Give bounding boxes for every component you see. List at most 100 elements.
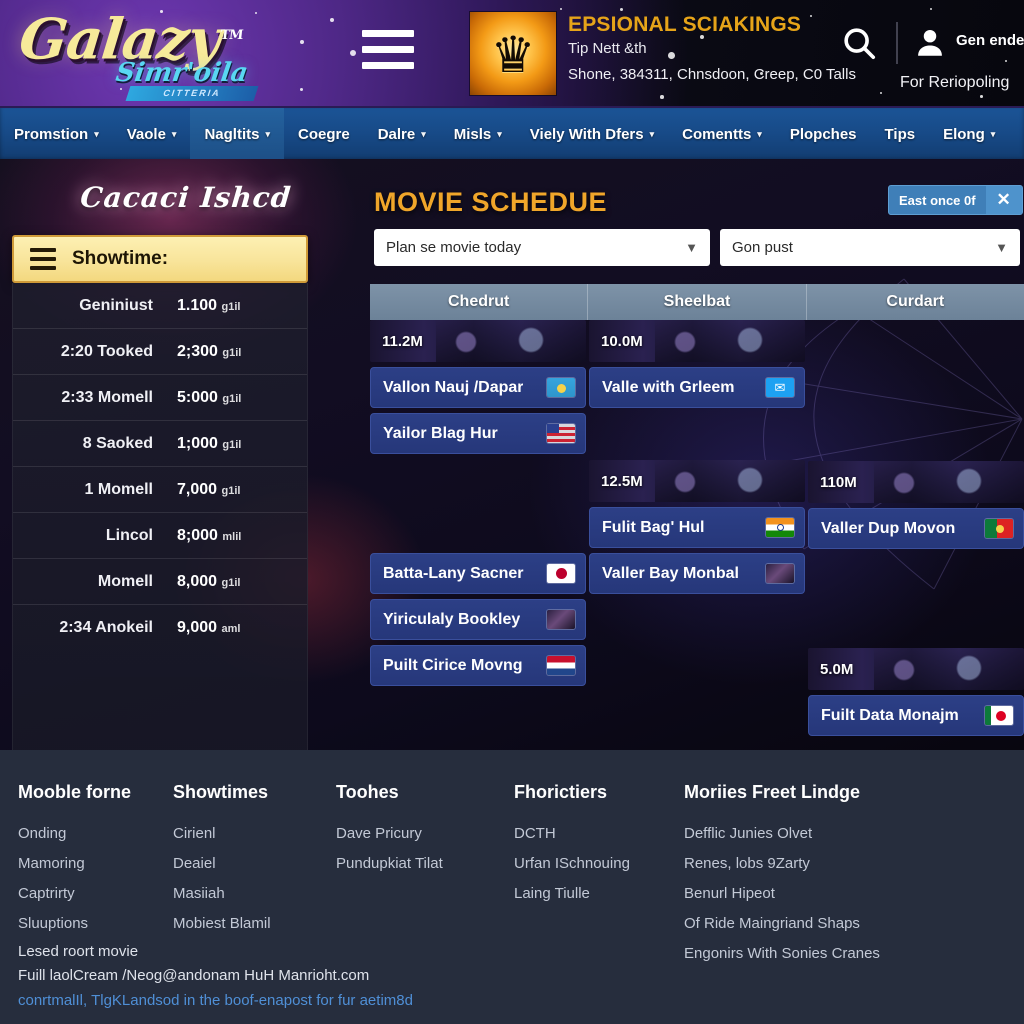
app-root: GalazyTM Simr'oila CITTERIA ♛ EPSIONAL S… — [0, 0, 1024, 1024]
movie-poster-strip[interactable]: 12.5M — [589, 460, 805, 502]
movie-card-title: Batta-Lany Sacner — [383, 564, 524, 582]
org-address: Shone, 384311, Chnsdoon, Creep, C0 Talls — [568, 66, 856, 83]
footer-link[interactable]: Mamoring — [18, 849, 131, 879]
nav-item-label: Promstion — [14, 126, 89, 143]
footer-link[interactable]: Onding — [18, 819, 131, 849]
user-icon[interactable] — [912, 26, 948, 60]
search-icon[interactable] — [840, 24, 878, 62]
showtime-row[interactable]: 1 Momell 7,000 g1il — [13, 467, 307, 513]
nav-item-label: Comentts — [682, 126, 752, 143]
poster-metric: 12.5M — [601, 472, 643, 490]
close-icon[interactable]: ✕ — [985, 186, 1022, 214]
movie-poster-strip[interactable]: 11.2M — [370, 320, 586, 362]
filter-select-value: Gon pust — [732, 239, 793, 256]
logo-ribbon-text: CITTERIA — [125, 85, 259, 101]
nav-item-comentts[interactable]: Comentts ▾ — [668, 108, 776, 161]
footer-link[interactable]: Cirienl — [173, 819, 271, 849]
showtime-row[interactable]: Momell 8,000 g1il — [13, 559, 307, 605]
showtime-value: 1;000 g1il — [177, 434, 242, 452]
account-label[interactable]: Gen ende — [956, 32, 1024, 49]
nav-item-misls[interactable]: Misls ▾ — [440, 108, 516, 161]
footer-link[interactable]: Of Ride Maingriand Shaps — [684, 909, 880, 939]
schedule-filters: Plan se movie today ▼ Gon pust ▼ — [374, 229, 1020, 266]
movie-poster-strip[interactable]: 10.0M — [589, 320, 805, 362]
showtime-unit: g1il — [221, 576, 241, 589]
footer-link[interactable]: Captrirty — [18, 879, 131, 909]
showtime-row[interactable]: 2:33 Momell 5:000 g1il — [13, 375, 307, 421]
showtime-row[interactable]: Lincol 8;000 mlil — [13, 513, 307, 559]
footer-link[interactable]: Deaiel — [173, 849, 271, 879]
nav-item-dalre[interactable]: Dalre ▾ — [364, 108, 440, 161]
showtime-row[interactable]: 2:20 Tooked 2;300 g1il — [13, 329, 307, 375]
showtime-row[interactable]: 8 Saoked 1;000 g1il — [13, 421, 307, 467]
star-dot — [930, 8, 933, 11]
footer-link[interactable]: Dave Pricury — [336, 819, 443, 849]
schedule-column: 110M Valler Dup Movon 5.0M Fuilt Data Monaj… — [808, 320, 1024, 741]
movie-card[interactable]: Yiriculaly Bookley — [370, 599, 586, 640]
footer-link[interactable]: Defflic Junies Olvet — [684, 819, 880, 849]
footer-link[interactable]: Urfan ISchnouing — [514, 849, 630, 879]
showtime-name: 8 Saoked — [82, 434, 153, 452]
footer-link[interactable]: Masiiah — [173, 879, 271, 909]
flag-icon: ✉ — [766, 378, 794, 397]
hamburger-icon[interactable] — [362, 30, 414, 76]
showtime-value: 2;300 g1il — [177, 342, 242, 360]
nav-item-nagltits[interactable]: Nagltits ▾ — [190, 108, 284, 161]
account-sub-label[interactable]: For Reriopoling — [900, 74, 1009, 92]
footer-link[interactable]: Laing Tiulle — [514, 879, 630, 909]
footer-link[interactable]: Sluuptions — [18, 909, 131, 939]
nav-item-tips[interactable]: Tips — [871, 108, 930, 161]
schedule-column-header[interactable]: Sheelbat — [588, 284, 807, 320]
footer-link[interactable]: Engonirs With Sonies Cranes — [684, 939, 880, 969]
showtime-panel-header[interactable]: Showtime: — [12, 235, 308, 283]
nav-item-label: Nagltits — [204, 126, 260, 143]
movie-card[interactable]: Valler Bay Monbal — [589, 553, 805, 594]
footer-link[interactable]: DCTH — [514, 819, 630, 849]
movie-card-title: Yiriculaly Bookley — [383, 610, 521, 628]
movie-card[interactable]: Fuilt Data Monajm — [808, 695, 1024, 736]
schedule-panel: MOVIE SCHEDUE East once 0f ✕ Plan se mov… — [370, 159, 1024, 750]
footer-column: Fhorictiers DCTH Urfan ISchnouing Laing Tiu… — [514, 782, 630, 909]
movie-card[interactable]: Puilt Cirice Movng — [370, 645, 586, 686]
star-dot — [1005, 60, 1007, 62]
date-select[interactable]: Plan se movie today ▼ — [374, 229, 710, 266]
nav-item-coegre[interactable]: Coegre — [284, 108, 364, 161]
nav-item-elong[interactable]: Elong ▾ — [929, 108, 1009, 161]
footer-link-line[interactable]: conrtmalIl, TlgKLandsod in the boof-enap… — [18, 988, 413, 1014]
footer-line-1: Lesed roort movie — [18, 943, 139, 960]
star-dot — [330, 18, 334, 22]
movie-poster-strip[interactable]: 110M — [808, 461, 1024, 503]
schedule-column-headers: Chedrut Sheelbat Curdart — [370, 284, 1024, 320]
movie-card[interactable]: Batta-Lany Sacner — [370, 553, 586, 594]
nav-item-vaole[interactable]: Vaole ▾ — [113, 108, 191, 161]
notice-pill[interactable]: East once 0f ✕ — [888, 185, 1023, 215]
movie-card[interactable]: Fulit Bagʹ Hul — [589, 507, 805, 548]
nav-item-promstion[interactable]: Promstion ▾ — [0, 108, 113, 161]
schedule-column-header[interactable]: Curdart — [806, 284, 1024, 320]
footer-link[interactable]: Renes, lobs 9Zarty — [684, 849, 880, 879]
schedule-column-header[interactable]: Chedrut — [370, 284, 589, 320]
footer-link[interactable]: Benurl Hipeot — [684, 879, 880, 909]
showtime-row[interactable]: Geniniust 1.100 g1il — [13, 283, 307, 329]
nav-item-viely-with-dfers[interactable]: Viely With Dfers ▾ — [516, 108, 668, 161]
site-logo[interactable]: GalazyTM Simr'oila CITTERIA — [16, 7, 320, 101]
showtime-list: Geniniust 1.100 g1il 2:20 Tooked 2;300 g1il… — [12, 283, 308, 750]
movie-card[interactable]: Valle with Grleem ✉ — [589, 367, 805, 408]
movie-card[interactable]: Vallon Nauj /Dapar — [370, 367, 586, 408]
poster-metric: 10.0M — [601, 332, 643, 350]
movie-card[interactable]: Valler Dup Movon — [808, 508, 1024, 549]
hamburger-icon[interactable] — [30, 248, 56, 270]
footer-column: Showtimes Cirienl Deaiel Masiiah Mobiest Bla… — [173, 782, 271, 939]
footer-link[interactable]: Mobiest Blamil — [173, 909, 271, 939]
filter-select[interactable]: Gon pust ▼ — [720, 229, 1020, 266]
nav-item-label: Coegre — [298, 126, 350, 143]
footer-link-columns: Mooble forne Onding Mamoring Captrirty Sluup… — [0, 750, 1024, 962]
star-dot — [980, 95, 983, 98]
nav-item-label: Plopches — [789, 126, 857, 143]
footer-link[interactable]: Pundupkiat Tilat — [336, 849, 443, 879]
movie-card[interactable]: Yailor Blag Hur — [370, 413, 586, 454]
nav-item-plopches[interactable]: Plopches — [776, 108, 871, 161]
showtime-row[interactable]: 2:34 Anokeil 9,000 aml — [13, 605, 307, 651]
chevron-down-icon: ▼ — [685, 240, 698, 255]
movie-poster-strip[interactable]: 5.0M — [808, 648, 1024, 690]
